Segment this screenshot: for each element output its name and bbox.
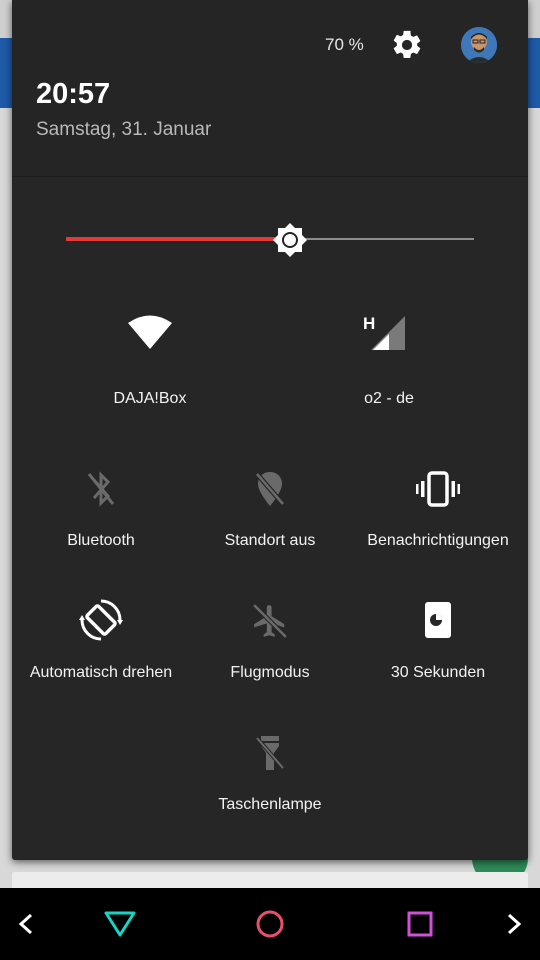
tile-cellular[interactable]: H o2 - de: [309, 300, 469, 420]
nav-home-button[interactable]: [245, 888, 295, 960]
brightness-slider[interactable]: [66, 222, 474, 258]
recents-square-icon: [407, 911, 433, 937]
screen-timeout-icon: [425, 602, 451, 638]
brightness-fill: [66, 237, 291, 241]
bluetooth-disabled-icon: [87, 471, 115, 507]
airplane-icon: [252, 603, 288, 639]
network-type: H: [363, 314, 375, 333]
user-avatar[interactable]: [461, 27, 497, 63]
brightness-icon[interactable]: [272, 222, 308, 258]
clock-time[interactable]: 20:57: [36, 78, 110, 111]
cellular-signal-icon: H: [363, 314, 405, 350]
tile-screen-timeout[interactable]: 30 Sekunden: [363, 592, 513, 692]
quick-settings-header: 70 % 20:57 Samstag, 31. Januar: [12, 0, 528, 177]
tile-flashlight-label: Taschenlampe: [218, 796, 322, 813]
quick-settings-panel: 70 % 20:57 Samstag, 31. Januar DAJA!Box …: [12, 0, 528, 860]
tile-airplane-label: Flugmodus: [230, 664, 310, 681]
wifi-icon: [128, 315, 172, 349]
tile-flashlight[interactable]: Taschenlampe: [195, 724, 345, 824]
clock-date[interactable]: Samstag, 31. Januar: [36, 119, 211, 141]
tile-bluetooth-label: Bluetooth: [67, 532, 135, 549]
tile-rotate-label: Automatisch drehen: [29, 664, 173, 681]
auto-rotate-icon: [79, 599, 123, 641]
flashlight-icon: [255, 736, 285, 770]
tile-wifi-label: DAJA!Box: [113, 390, 187, 407]
battery-level: 70 %: [325, 35, 364, 54]
tile-location[interactable]: Standort aus: [195, 460, 345, 560]
nav-left-button[interactable]: [8, 888, 44, 960]
tile-rotate[interactable]: Automatisch drehen: [26, 592, 176, 692]
gear-icon[interactable]: [390, 28, 424, 62]
nav-right-button[interactable]: [496, 888, 532, 960]
tile-notifications[interactable]: Benachrichtigungen: [363, 460, 513, 560]
home-circle-icon: [256, 910, 284, 938]
tile-location-label: Standort aus: [224, 532, 316, 549]
chevron-right-icon: [507, 913, 522, 935]
chevron-left-icon: [18, 913, 33, 935]
nav-recents-button[interactable]: [395, 888, 445, 960]
tile-bluetooth[interactable]: Bluetooth: [26, 460, 176, 560]
tile-notifications-label: Benachrichtigungen: [367, 532, 509, 549]
navigation-bar: [0, 888, 540, 960]
location-off-icon: [255, 472, 285, 506]
vibrate-icon: [416, 471, 460, 507]
nav-back-button[interactable]: [95, 888, 145, 960]
tile-airplane[interactable]: Flugmodus: [195, 592, 345, 692]
tile-cellular-label: o2 - de: [364, 390, 414, 407]
tile-wifi[interactable]: DAJA!Box: [70, 300, 230, 420]
tile-screen-timeout-label: 30 Sekunden: [390, 664, 486, 681]
back-triangle-icon: [104, 911, 136, 937]
